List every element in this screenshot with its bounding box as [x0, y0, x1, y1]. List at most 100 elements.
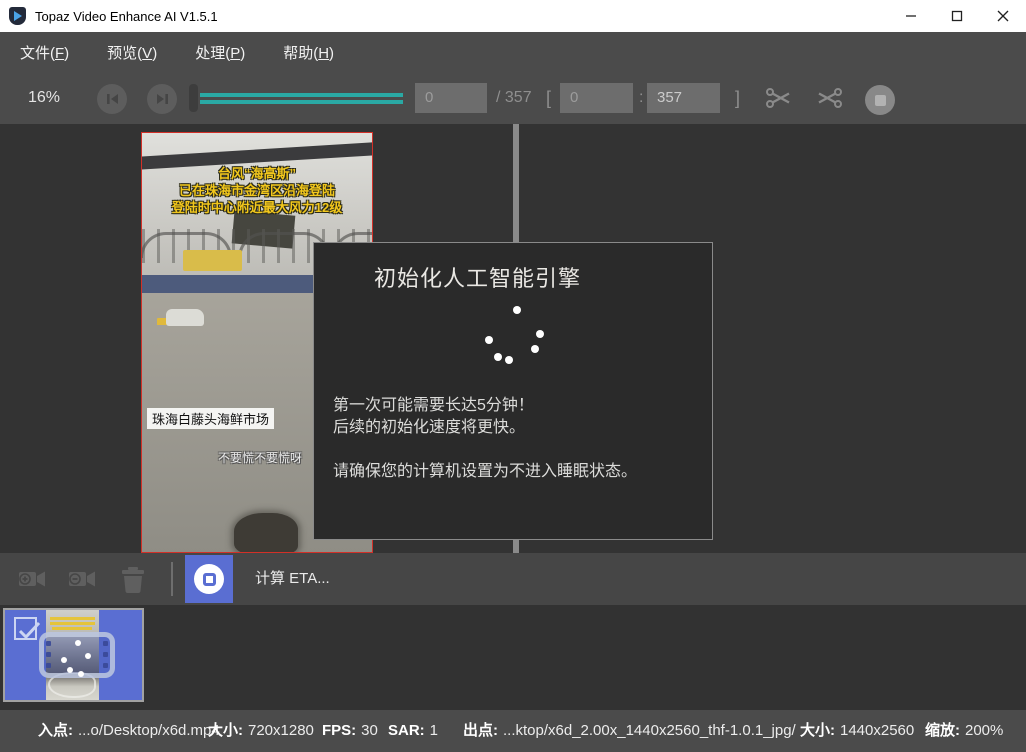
timeline-slider-track[interactable] — [200, 93, 403, 104]
status-scale: 缩放: 200% — [925, 710, 1003, 752]
menu-help[interactable]: 帮助(H) — [277, 38, 340, 67]
menu-preview[interactable]: 预览(V) — [101, 38, 163, 67]
scissors-out-icon — [815, 85, 843, 111]
timeline-slider-handle[interactable] — [189, 84, 198, 112]
status-value: 1440x2560 — [840, 722, 914, 739]
trash-icon — [118, 563, 148, 595]
menu-bar: 文件(F) 预览(V) 处理(P) 帮助(H) — [0, 32, 1026, 72]
status-value: 200% — [965, 722, 1003, 739]
set-trim-in-button[interactable] — [765, 85, 793, 116]
maximize-icon — [951, 10, 963, 22]
app-window: Topaz Video Enhance AI V1.5.1 文件(F) 预览(V… — [0, 0, 1026, 752]
trim-end-input[interactable]: 357 — [647, 83, 720, 113]
clip-thumbnail-tile[interactable] — [3, 608, 144, 702]
spinner-dot — [485, 336, 493, 344]
status-output-path: 出点:...ktop/x6d_2.00x_1440x2560_thf-1.0.1… — [463, 710, 796, 752]
init-engine-dialog: 初始化人工智能引擎 第一次可能需要长达5分钟！ 后续的初始化速度将更快。 请确保… — [313, 242, 713, 540]
title-bar: Topaz Video Enhance AI V1.5.1 — [0, 0, 1026, 32]
status-input-size: 大小: 720x1280 — [208, 710, 314, 752]
close-button[interactable] — [980, 0, 1026, 32]
menu-file[interactable]: 文件(F) — [14, 38, 75, 67]
remove-video-icon — [66, 563, 98, 595]
status-input-path: 入点: ...o/Desktop/x6d.mp4 — [38, 710, 220, 752]
stop-processing-button[interactable] — [185, 555, 233, 603]
add-video-button[interactable] — [16, 563, 48, 600]
add-video-icon — [16, 563, 48, 595]
app-logo-icon — [9, 7, 26, 25]
spinner-dot — [494, 353, 502, 361]
close-icon — [997, 10, 1009, 22]
status-value: 720x1280 — [248, 722, 314, 739]
current-frame-input[interactable]: 0 — [415, 83, 487, 113]
dialog-line: 请确保您的计算机设置为不进入睡眠状态。 — [333, 461, 637, 483]
thumb-caption-shape — [50, 617, 95, 620]
status-value: 30 — [361, 722, 378, 739]
dialog-title: 初始化人工智能引擎 — [374, 261, 581, 293]
trim-bracket-close: ] — [735, 72, 740, 124]
headline-line: 台风“海高斯” — [142, 165, 372, 182]
toolbar-stop-button[interactable] — [865, 85, 895, 115]
total-frames-label: / 357 — [496, 72, 532, 124]
processing-filmstrip-icon — [39, 632, 115, 678]
thumb-caption-shape — [52, 627, 92, 630]
status-label: FPS: — [322, 722, 356, 739]
status-label: 大小: — [208, 722, 243, 739]
status-sar: SAR: 1 — [388, 710, 438, 752]
status-label: SAR: — [388, 722, 425, 739]
status-label: 入点: — [38, 722, 73, 739]
status-bar: 入点: ...o/Desktop/x6d.mp4 大小: 720x1280 FPS:… — [0, 710, 1026, 752]
delete-video-button[interactable] — [118, 563, 148, 600]
thumb-spinner-dot — [61, 657, 67, 663]
status-label: 缩放: — [925, 722, 960, 739]
clip-checkbox[interactable] — [14, 617, 37, 640]
headline-line: 登陆时中心附近最大风力12级 — [142, 199, 372, 216]
clip-toolbar: 计算 ETA... — [0, 553, 1026, 605]
menu-process[interactable]: 处理(P) — [189, 38, 251, 67]
clip-list-strip — [0, 605, 1026, 710]
preview-area: 台风“海高斯” 已在珠海市金湾区沿海登陆 登陆时中心附近最大风力12级 珠海白藤… — [0, 124, 1026, 553]
status-fps: FPS: 30 — [322, 710, 378, 752]
spinner-dot — [536, 330, 544, 338]
dialog-line: 第一次可能需要长达5分钟！ — [333, 395, 637, 417]
status-value: ...ktop/x6d_2.00x_1440x2560_thf-1.0.1_jp… — [503, 722, 796, 739]
timeline-track-bar — [200, 100, 403, 104]
stop-icon — [875, 95, 886, 106]
trim-bracket-open: [ — [546, 72, 551, 124]
toolbar-divider — [171, 562, 173, 596]
video-bg-shape — [234, 513, 298, 553]
thumb-spinner-dot — [75, 640, 81, 646]
status-label: 大小: — [800, 722, 835, 739]
trim-start-input[interactable]: 0 — [560, 83, 633, 113]
headline-line: 已在珠海市金湾区沿海登陆 — [142, 182, 372, 199]
scissors-in-icon — [765, 85, 793, 111]
dialog-body: 第一次可能需要长达5分钟！ 后续的初始化速度将更快。 请确保您的计算机设置为不进… — [333, 395, 637, 483]
remove-video-button[interactable] — [66, 563, 98, 600]
video-headline-caption: 台风“海高斯” 已在珠海市金湾区沿海登陆 登陆时中心附近最大风力12级 — [142, 165, 372, 216]
eta-status-label: 计算 ETA... — [255, 553, 330, 605]
stop-processing-icon — [194, 564, 224, 594]
minimize-button[interactable] — [888, 0, 934, 32]
status-value: 1 — [430, 722, 438, 739]
video-location-label: 珠海白藤头海鲜市场 — [147, 408, 274, 429]
maximize-button[interactable] — [934, 0, 980, 32]
thumb-spinner-dot — [85, 653, 91, 659]
preview-zoom-level: 16% — [28, 72, 60, 124]
timeline-track-bar — [200, 93, 403, 97]
minimize-icon — [905, 10, 917, 22]
spinner-dot — [505, 356, 513, 364]
status-value: ...o/Desktop/x6d.mp4 — [78, 722, 220, 739]
playback-toolbar: 16% 0 / 357 [ 0 : 357 ] — [0, 72, 1026, 124]
set-trim-out-button[interactable] — [815, 85, 843, 116]
video-subtitle: 不要慌不要慌呀 — [218, 449, 302, 466]
skip-to-start-icon — [106, 93, 119, 105]
spinner-dot — [531, 345, 539, 353]
dialog-spacer — [333, 439, 637, 461]
status-output-size: 大小: 1440x2560 — [800, 710, 914, 752]
trim-colon: : — [639, 72, 643, 124]
skip-to-start-button[interactable] — [97, 84, 127, 114]
window-title: Topaz Video Enhance AI V1.5.1 — [35, 9, 218, 24]
video-bg-shape — [183, 250, 242, 271]
thumb-spinner-dot — [78, 671, 84, 677]
dialog-line: 后续的初始化速度将更快。 — [333, 417, 637, 439]
skip-to-end-button[interactable] — [147, 84, 177, 114]
